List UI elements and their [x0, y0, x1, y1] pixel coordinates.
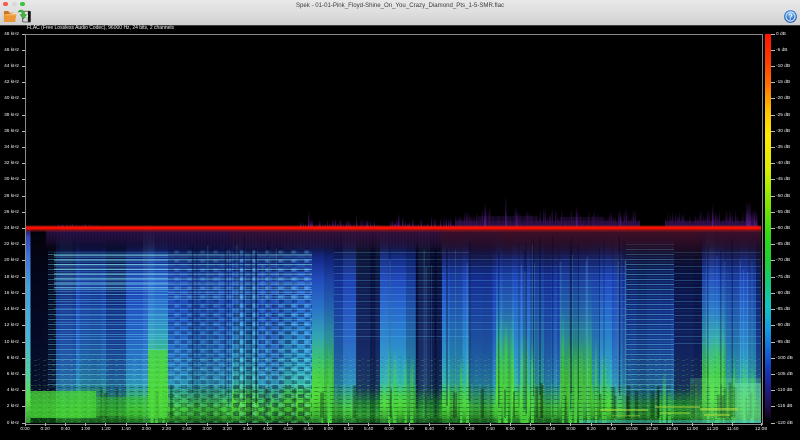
- svg-text:?: ?: [788, 12, 793, 21]
